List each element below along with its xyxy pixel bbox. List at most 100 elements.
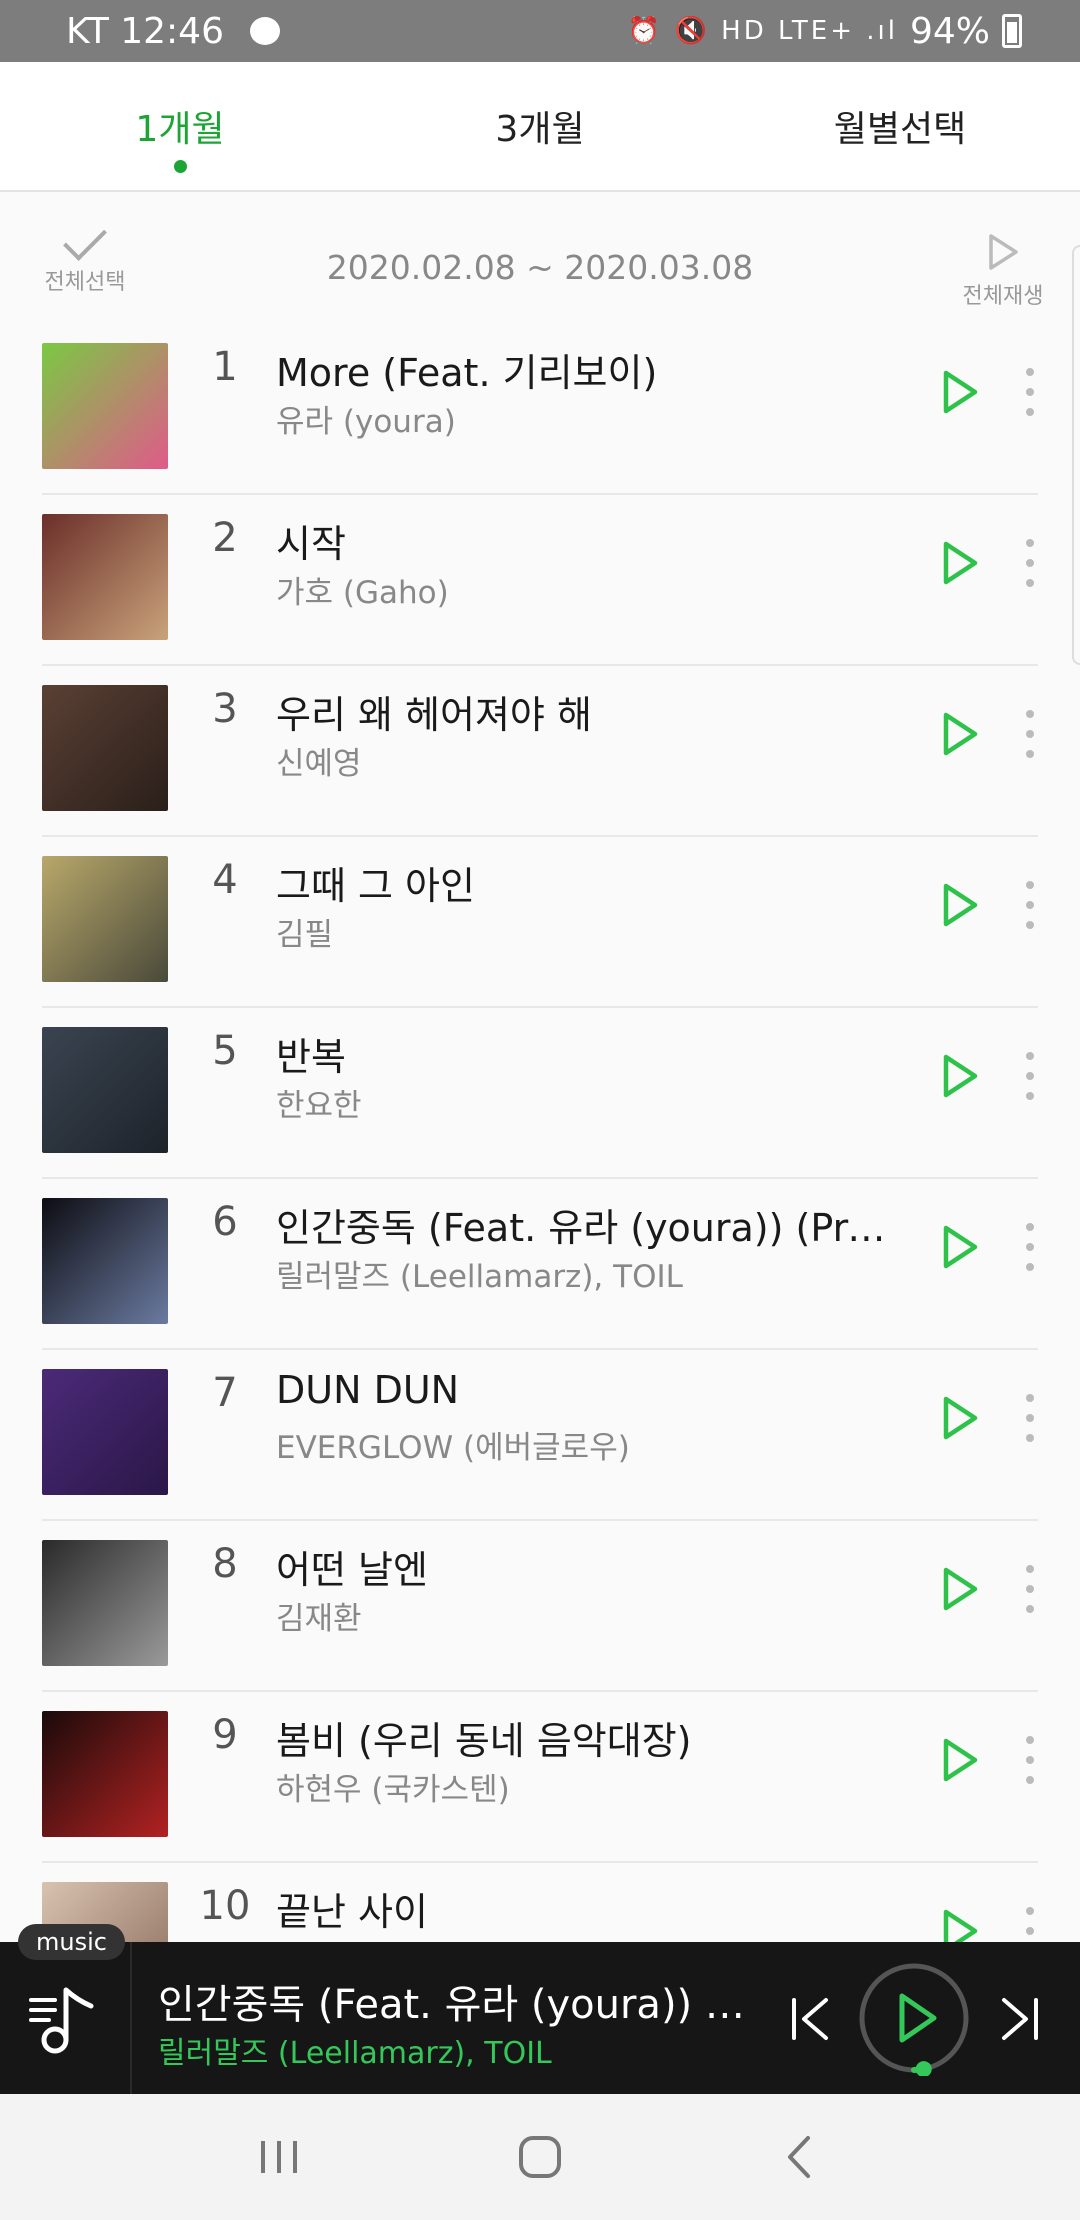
more-dot (1026, 1907, 1034, 1915)
chart-rank: 1 (212, 344, 238, 390)
song-artist: EVERGLOW (에버글로우) (276, 1430, 630, 1466)
chart-rank: 10 (199, 1883, 251, 1929)
song-artist: 릴러말즈 (Leellamarz), TOIL (276, 1259, 683, 1295)
more-options-button[interactable] (1020, 539, 1040, 587)
album-art[interactable] (42, 1540, 168, 1666)
more-dot (1026, 1776, 1034, 1784)
active-tab-indicator (173, 160, 187, 173)
more-options-button[interactable] (1020, 710, 1040, 758)
album-art[interactable] (42, 856, 168, 982)
play-outline-icon (989, 234, 1018, 270)
playlist-button[interactable] (0, 1942, 132, 2094)
more-dot (1026, 388, 1034, 396)
more-dot (1026, 559, 1034, 567)
more-dot (1026, 1052, 1034, 1060)
play-song-icon[interactable] (940, 1052, 980, 1100)
song-row[interactable]: 1 More (Feat. 기리보이) 유라 (youra) (0, 324, 1080, 495)
more-options-button[interactable] (1020, 1052, 1040, 1100)
now-playing-title: 인간중독 (Feat. 유라 (youra)) (Prod. TOIL) (158, 1982, 758, 2028)
tab-label: 월별선택 (833, 109, 967, 150)
song-row[interactable]: 6 인간중독 (Feat. 유라 (youra)) (Prod. TOIL) 릴… (0, 1179, 1080, 1350)
song-title: 봄비 (우리 동네 음악대장) (276, 1719, 692, 1763)
more-dot (1026, 730, 1034, 738)
more-dot (1026, 710, 1034, 718)
more-dot (1026, 1927, 1034, 1935)
more-dot (1026, 1585, 1034, 1593)
album-art[interactable] (42, 1198, 168, 1324)
song-title: 반복 (276, 1035, 346, 1079)
play-song-icon[interactable] (940, 1394, 980, 1442)
album-art[interactable] (42, 685, 168, 811)
play-song-icon[interactable] (940, 1565, 980, 1613)
play-song-icon[interactable] (940, 368, 980, 416)
album-art[interactable] (42, 1711, 168, 1837)
song-artist: 유라 (youra) (276, 404, 456, 440)
song-title: 우리 왜 헤어져야 해 (276, 693, 592, 737)
song-title: 시작 (276, 522, 346, 566)
recent-apps-button[interactable] (245, 2122, 315, 2192)
more-options-button[interactable] (1020, 1736, 1040, 1784)
album-art[interactable] (42, 1027, 168, 1153)
chart-rank: 5 (212, 1028, 238, 1074)
play-song-icon[interactable] (940, 710, 980, 758)
song-title: 인간중독 (Feat. 유라 (youra)) (Prod. TOIL) (276, 1206, 886, 1250)
more-dot (1026, 1263, 1034, 1271)
play-song-icon[interactable] (940, 1223, 980, 1271)
play-song-icon[interactable] (940, 881, 980, 929)
song-title: More (Feat. 기리보이) (276, 351, 658, 395)
play-pause-button[interactable] (856, 1960, 972, 2076)
more-options-button[interactable] (1020, 368, 1040, 416)
more-options-button[interactable] (1020, 1223, 1040, 1271)
chart-rank: 3 (212, 686, 238, 732)
song-row[interactable]: 4 그때 그 아인 김필 (0, 837, 1080, 1008)
more-dot (1026, 1434, 1034, 1442)
now-playing-artist: 릴러말즈 (Leellamarz), TOIL (158, 2036, 552, 2071)
more-dot (1026, 408, 1034, 416)
mini-player[interactable]: 인간중독 (Feat. 유라 (youra)) (Prod. TOIL) 릴러말… (0, 1942, 1080, 2094)
album-art[interactable] (42, 343, 168, 469)
chart-rank: 9 (212, 1712, 238, 1758)
song-row[interactable]: 8 어떤 날엔 김재환 (0, 1521, 1080, 1692)
home-button[interactable] (505, 2122, 575, 2192)
tab-monthly-select[interactable]: 월별선택 (720, 62, 1080, 190)
date-range: 2020.02.08 ~ 2020.03.08 (326, 248, 754, 287)
more-options-button[interactable] (1020, 1565, 1040, 1613)
more-dot (1026, 1414, 1034, 1422)
song-row[interactable]: 2 시작 가호 (Gaho) (0, 495, 1080, 666)
song-artist: 하현우 (국카스텐) (276, 1772, 510, 1808)
album-art[interactable] (42, 1369, 168, 1495)
song-row[interactable]: 9 봄비 (우리 동네 음악대장) 하현우 (국카스텐) (0, 1692, 1080, 1863)
period-tab-bar: 1개월 3개월 월별선택 (0, 62, 1080, 192)
more-dot (1026, 1092, 1034, 1100)
more-options-button[interactable] (1020, 1394, 1040, 1442)
song-row[interactable]: 7 DUN DUN EVERGLOW (에버글로우) (0, 1350, 1080, 1521)
more-dot (1026, 579, 1034, 587)
more-dot (1026, 1072, 1034, 1080)
song-artist: 김재환 (276, 1601, 362, 1637)
back-button[interactable] (765, 2122, 835, 2192)
song-artist: 가호 (Gaho) (276, 575, 449, 611)
song-title: 어떤 날엔 (276, 1548, 428, 1592)
previous-track-icon[interactable] (788, 1994, 832, 2044)
chart-rank: 4 (212, 857, 238, 903)
song-title: DUN DUN (276, 1368, 460, 1412)
more-dot (1026, 1756, 1034, 1764)
album-art[interactable] (42, 514, 168, 640)
play-song-icon[interactable] (940, 1736, 980, 1784)
play-song-icon[interactable] (940, 539, 980, 587)
next-track-icon[interactable] (998, 1994, 1042, 2044)
status-bar: KT 12:46 ⏰ 🔇 HD LTE+ .ıl 94% (0, 0, 1080, 62)
chart-rank: 8 (212, 1541, 238, 1587)
more-options-button[interactable] (1020, 881, 1040, 929)
battery-percent: 94% (909, 10, 990, 52)
more-dot (1026, 921, 1034, 929)
chart-rank: 2 (212, 515, 238, 561)
song-row[interactable]: 3 우리 왜 헤어져야 해 신예영 (0, 666, 1080, 837)
play-all-button[interactable]: 전체재생 (948, 232, 1058, 310)
more-dot (1026, 1736, 1034, 1744)
tab-3-months[interactable]: 3개월 (360, 62, 720, 190)
song-row[interactable]: 5 반복 한요한 (0, 1008, 1080, 1179)
tab-1-month[interactable]: 1개월 (0, 62, 360, 190)
play-all-label: 전체재생 (962, 284, 1044, 309)
more-dot (1026, 901, 1034, 909)
